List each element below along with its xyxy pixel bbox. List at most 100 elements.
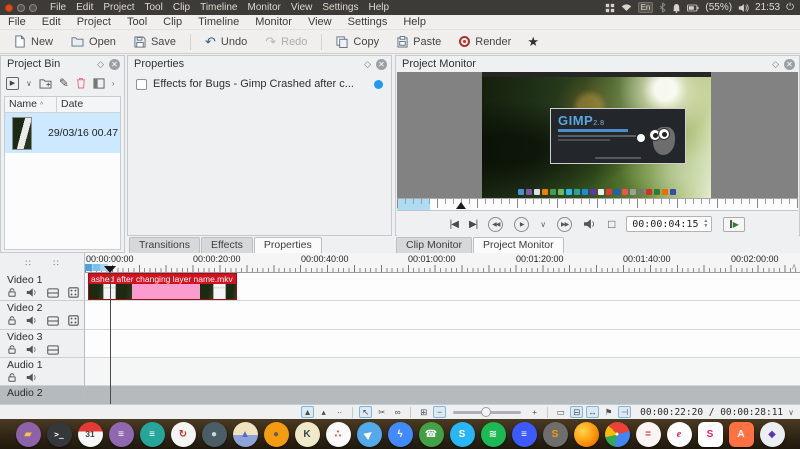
mute-track-icon[interactable] [26, 287, 38, 298]
project-monitor-titlebar[interactable]: Project Monitor ◇ ✕ [396, 56, 799, 72]
monitor-volume-icon[interactable] [583, 218, 597, 230]
fast-forward-button[interactable]: ▶▶ [557, 217, 572, 232]
tab-clip-monitor[interactable]: Clip Monitor [396, 237, 472, 253]
effect-enable-checkbox[interactable] [136, 79, 147, 90]
dock-sublime-text-icon[interactable]: S [543, 422, 568, 447]
hide-track-icon[interactable] [47, 288, 59, 298]
kdenlive-tray-icon[interactable] [605, 3, 615, 13]
dock-krita-icon[interactable]: K [295, 422, 320, 447]
dock-notes-icon[interactable]: ≡ [140, 422, 165, 447]
timeline-playhead-line[interactable] [110, 273, 111, 404]
float-panel-icon[interactable]: ◇ [97, 59, 104, 70]
dock-plugin-icon[interactable]: ◆ [760, 422, 785, 447]
track-lane-video3[interactable] [85, 330, 800, 358]
lock-track-icon[interactable] [7, 315, 17, 326]
close-panel-icon[interactable]: ✕ [376, 59, 387, 70]
dock-terminal-icon[interactable]: >_ [47, 422, 72, 447]
session-menu-icon[interactable]: ⏻ [786, 2, 794, 13]
menu-file[interactable]: File [0, 16, 34, 28]
dock-stripes-app-icon[interactable]: ≡ [512, 422, 537, 447]
global-menu-help[interactable]: Help [364, 2, 395, 13]
dock-telegram-icon[interactable]: ▶ [357, 422, 382, 447]
menu-clip[interactable]: Clip [155, 16, 190, 28]
menu-monitor[interactable]: Monitor [247, 16, 300, 28]
properties-titlebar[interactable]: Properties ◇ ✕ [128, 56, 391, 72]
dock-text-editor-icon[interactable]: ≡ [109, 422, 134, 447]
track-header-audio2[interactable]: Audio 2 [0, 386, 85, 404]
add-clip-dropdown-icon[interactable]: ∨ [26, 79, 32, 88]
global-menu-clip[interactable]: Clip [168, 2, 195, 13]
save-button[interactable]: Save [126, 34, 184, 50]
global-menu-timeline[interactable]: Timeline [195, 2, 242, 13]
dock-chrome-icon[interactable]: ● [605, 422, 630, 447]
rewind-button[interactable]: ◀◀ [488, 217, 503, 232]
dock-slack-icon[interactable]: S [698, 422, 723, 447]
global-menu-file[interactable]: File [45, 2, 71, 13]
column-name[interactable]: Name ^ [5, 97, 57, 112]
ruler-collapse-icon[interactable]: ∧ [791, 262, 797, 271]
zoom-in-button[interactable]: + [528, 406, 541, 418]
battery-icon[interactable] [687, 4, 699, 12]
menu-edit[interactable]: Edit [34, 16, 69, 28]
play-options-dropdown-icon[interactable]: ∨ [540, 220, 546, 229]
global-menu-project[interactable]: Project [98, 2, 139, 13]
timeline-playhead-handle[interactable] [104, 266, 116, 273]
float-panel-icon[interactable]: ◇ [364, 59, 371, 70]
track-effects-icon[interactable] [68, 315, 79, 326]
menu-view[interactable]: View [300, 16, 340, 28]
dock-color-picker-icon[interactable]: ∴ [326, 422, 351, 447]
tab-properties[interactable]: Properties [254, 237, 322, 253]
float-panel-icon[interactable]: ◇ [772, 59, 779, 70]
track-header-video1[interactable]: Video 1 [0, 273, 85, 301]
menu-help[interactable]: Help [395, 16, 434, 28]
tab-transitions[interactable]: Transitions [129, 237, 200, 253]
tab-effects[interactable]: Effects [201, 237, 253, 253]
keyboard-layout-indicator[interactable]: En [638, 2, 654, 13]
global-menu-view[interactable]: View [286, 2, 318, 13]
dock-line-icon[interactable]: ☎ [419, 422, 444, 447]
lock-track-icon[interactable] [7, 344, 17, 355]
close-panel-icon[interactable]: ✕ [109, 59, 120, 70]
zone-frame-icon[interactable]: □ [608, 217, 615, 231]
copy-button[interactable]: Copy [328, 34, 387, 50]
global-menu-tool[interactable]: Tool [139, 2, 167, 13]
column-date[interactable]: Date [57, 97, 120, 112]
volume-tray-icon[interactable] [738, 3, 749, 13]
global-menu-edit[interactable]: Edit [71, 2, 98, 13]
show-audio-thumbnails-button[interactable]: ⊟ [570, 406, 583, 418]
dock-calendar-icon[interactable]: 31 [78, 422, 103, 447]
info-icon[interactable] [374, 80, 383, 89]
zoom-fit-button[interactable]: ⊞ [417, 406, 430, 418]
monitor-video-area[interactable]: GIMP2.8 [397, 72, 798, 198]
menu-timeline[interactable]: Timeline [190, 16, 247, 28]
dock-messenger-icon[interactable]: ϟ [388, 422, 413, 447]
show-marker-comments-button[interactable]: ⚑ [602, 406, 615, 418]
menu-project[interactable]: Project [69, 16, 119, 28]
clock[interactable]: 21:53 [755, 2, 780, 13]
bluetooth-icon[interactable] [659, 2, 666, 13]
global-menu-monitor[interactable]: Monitor [243, 2, 286, 13]
dock-firefox-icon[interactable] [574, 422, 599, 447]
dock-e-editor-icon[interactable]: e [667, 422, 692, 447]
delete-clip-icon[interactable] [76, 77, 86, 89]
hide-track-icon[interactable] [47, 316, 59, 326]
fit-track-height-button[interactable]: ↔ [586, 406, 599, 418]
dock-settings-icon[interactable]: = [636, 422, 661, 447]
track-menu-icon[interactable]: ∷ [25, 258, 31, 269]
split-audio-video-button[interactable]: ▲ [301, 406, 314, 418]
mute-track-icon[interactable] [26, 344, 38, 355]
go-to-start-button[interactable]: |◀ [450, 219, 458, 230]
favorite-star-icon[interactable]: ★ [521, 34, 545, 50]
bin-clip-row[interactable]: 29/03/16 00.47 [5, 113, 120, 153]
mute-track-icon[interactable] [26, 315, 38, 326]
razor-tool-button[interactable]: ✂ [375, 406, 388, 418]
menu-tool[interactable]: Tool [119, 16, 155, 28]
notifications-bell-icon[interactable] [672, 3, 681, 13]
track-header-audio1[interactable]: Audio 1 [0, 358, 85, 386]
clip-properties-icon[interactable] [93, 78, 105, 89]
track-lane-video2[interactable] [85, 301, 800, 330]
track-lane-audio1[interactable] [85, 358, 800, 386]
track-menu-icon[interactable]: ∷ [53, 258, 59, 269]
dock-gimp-icon[interactable]: ● [264, 422, 289, 447]
wifi-icon[interactable] [621, 3, 632, 12]
